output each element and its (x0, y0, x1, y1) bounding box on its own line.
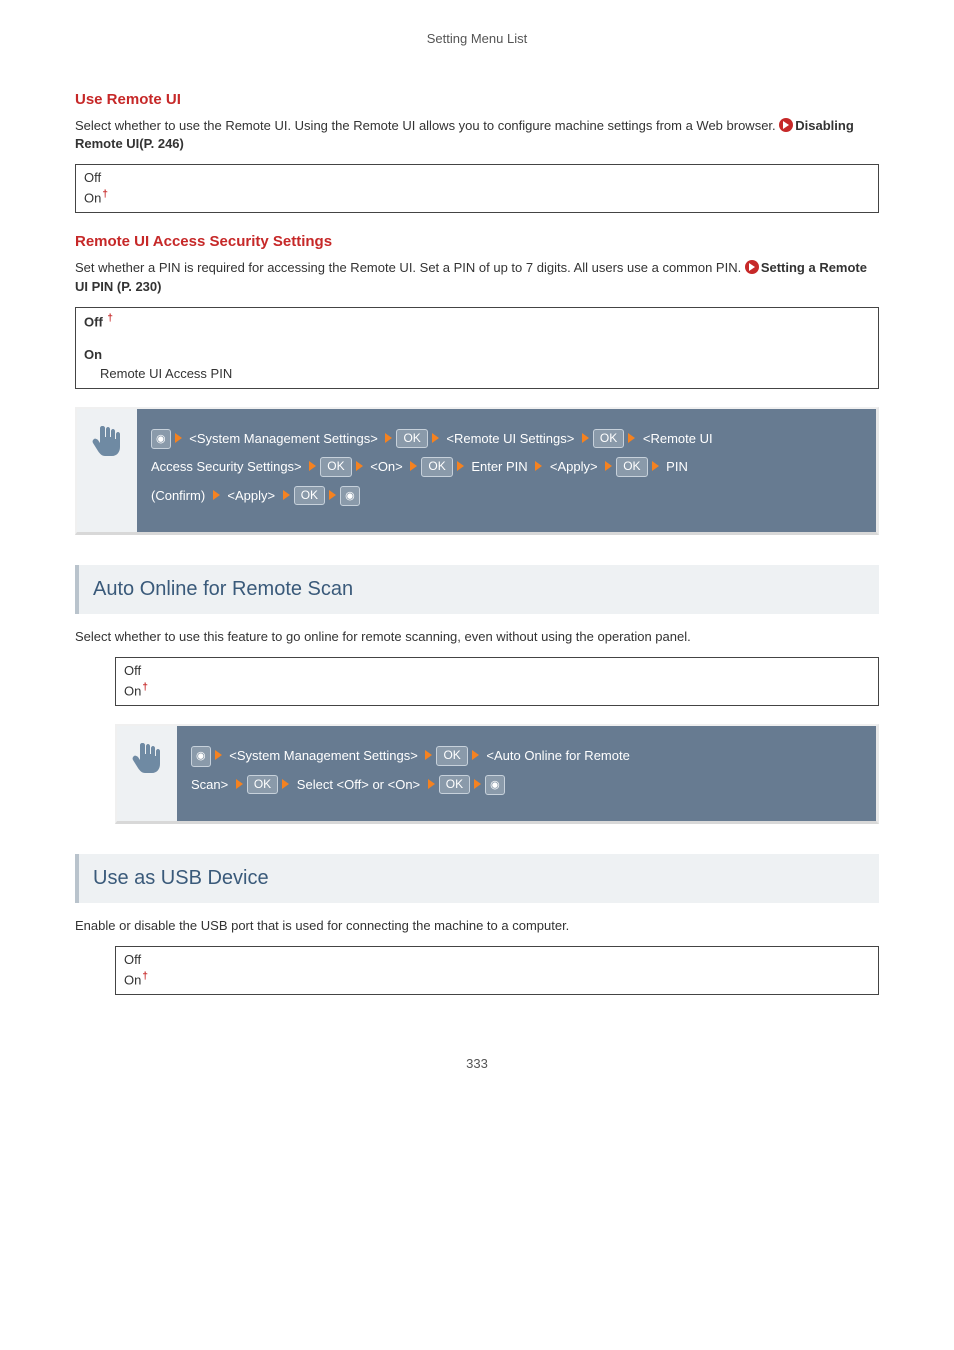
arrow-icon (432, 433, 439, 443)
dagger-icon: † (142, 971, 148, 982)
ok-key-icon: OK (396, 429, 427, 449)
txt: <Auto Online for Remote (483, 748, 630, 763)
option-off: Off † (84, 312, 870, 332)
arrow-icon (213, 490, 220, 500)
ok-key-icon: OK (421, 457, 452, 477)
option-box-usb-device: Off On† (115, 946, 879, 995)
heading-use-remote-ui: Use Remote UI (75, 89, 879, 111)
option-off: Off (124, 951, 870, 970)
arrow-icon (474, 779, 481, 789)
txt: Select <Off> or <On> (293, 777, 424, 792)
dagger-icon: † (102, 189, 108, 200)
instruction-icon-col (77, 409, 137, 533)
home-key-icon: ◉ (151, 429, 171, 449)
desc-remote-ui-security: Set whether a PIN is required for access… (75, 259, 879, 297)
dagger-icon: † (142, 682, 148, 693)
arrow-icon (428, 779, 435, 789)
ok-key-icon: OK (294, 486, 325, 506)
option-sub-pin: Remote UI Access PIN (100, 365, 870, 384)
txt: <Remote UI (639, 431, 712, 446)
heading-remote-ui-security: Remote UI Access Security Settings (75, 231, 879, 253)
txt: PIN (663, 459, 688, 474)
arrow-icon (457, 461, 464, 471)
arrow-circle-icon (745, 260, 759, 274)
desc-use-remote-ui: Select whether to use the Remote UI. Usi… (75, 117, 879, 155)
option-on: On† (124, 681, 870, 701)
arrow-icon (535, 461, 542, 471)
txt: <System Management Settings> (226, 748, 422, 763)
txt: <On> (367, 459, 407, 474)
dagger-icon: † (107, 313, 113, 324)
page-header: Setting Menu List (75, 30, 879, 49)
txt: <Apply> (224, 488, 279, 503)
option-on-text: On (124, 683, 141, 698)
ok-key-icon: OK (247, 775, 278, 795)
desc-text: Select whether to use the Remote UI. Usi… (75, 118, 779, 133)
instruction-block-security: ◉ <System Management Settings> OK <Remot… (75, 407, 879, 536)
hand-icon (129, 740, 165, 776)
ok-key-icon: OK (616, 457, 647, 477)
option-on-text: On (84, 190, 101, 205)
home-key-icon: ◉ (340, 486, 360, 506)
home-key-icon: ◉ (485, 775, 505, 795)
arrow-icon (385, 433, 392, 443)
option-off: Off (124, 662, 870, 681)
arrow-icon (329, 490, 336, 500)
hand-icon (89, 423, 125, 459)
txt: <System Management Settings> (186, 431, 382, 446)
instruction-text: ◉ <System Management Settings> OK <Remot… (137, 409, 876, 533)
option-on: On† (124, 970, 870, 990)
option-on: On† (84, 188, 870, 208)
arrow-icon (582, 433, 589, 443)
arrow-icon (356, 461, 363, 471)
arrow-icon (425, 750, 432, 760)
arrow-icon (282, 779, 289, 789)
arrow-icon (628, 433, 635, 443)
instruction-icon-col (117, 726, 177, 821)
txt: (Confirm) (151, 488, 209, 503)
option-box-use-remote-ui: Off On† (75, 164, 879, 213)
desc-text: Set whether a PIN is required for access… (75, 260, 745, 275)
home-key-icon: ◉ (191, 746, 211, 766)
txt: Access Security Settings> (151, 459, 305, 474)
option-box-remote-ui-security: Off † On Remote UI Access PIN (75, 307, 879, 389)
arrow-circle-icon (779, 118, 793, 132)
txt: <Apply> (546, 459, 601, 474)
ok-key-icon: OK (320, 457, 351, 477)
txt: Enter PIN (468, 459, 532, 474)
txt: Scan> (191, 777, 232, 792)
arrow-icon (175, 433, 182, 443)
page-number: 333 (75, 1055, 879, 1074)
arrow-icon (652, 461, 659, 471)
arrow-icon (236, 779, 243, 789)
ok-key-icon: OK (439, 775, 470, 795)
desc-auto-online: Select whether to use this feature to go… (75, 628, 879, 647)
txt: <Remote UI Settings> (443, 431, 578, 446)
arrow-icon (472, 750, 479, 760)
option-on-text: On (124, 972, 141, 987)
section-usb-device: Use as USB Device (75, 854, 879, 903)
arrow-icon (410, 461, 417, 471)
arrow-icon (605, 461, 612, 471)
option-box-auto-online: Off On† (115, 657, 879, 706)
option-on: On (84, 346, 870, 365)
instruction-text: ◉ <System Management Settings> OK <Auto … (177, 726, 876, 821)
instruction-block-auto-online: ◉ <System Management Settings> OK <Auto … (115, 724, 879, 824)
arrow-icon (215, 750, 222, 760)
option-off-text: Off (84, 314, 103, 329)
ok-key-icon: OK (436, 746, 467, 766)
option-off: Off (84, 169, 870, 188)
ok-key-icon: OK (593, 429, 624, 449)
arrow-icon (283, 490, 290, 500)
section-auto-online: Auto Online for Remote Scan (75, 565, 879, 614)
desc-usb-device: Enable or disable the USB port that is u… (75, 917, 879, 936)
arrow-icon (309, 461, 316, 471)
